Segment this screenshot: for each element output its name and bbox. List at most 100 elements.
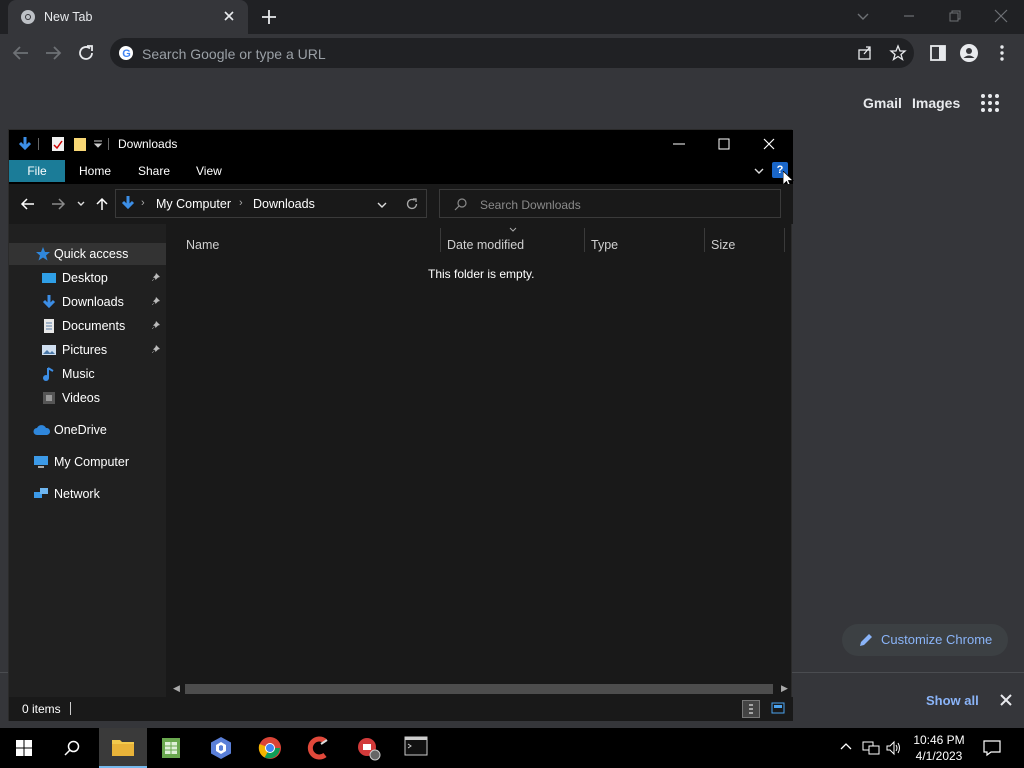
- nav-documents[interactable]: Documents: [9, 315, 166, 337]
- breadcrumb-my-computer[interactable]: My Computer: [156, 197, 231, 211]
- search-input[interactable]: Search Downloads: [439, 189, 781, 218]
- nav-music[interactable]: Music: [9, 363, 166, 385]
- recent-locations-icon[interactable]: [76, 199, 86, 209]
- column-header-date-modified[interactable]: Date modified: [447, 238, 524, 252]
- pin-icon: [151, 296, 161, 306]
- close-window-icon[interactable]: [991, 6, 1011, 26]
- minimize-icon[interactable]: [672, 137, 686, 151]
- properties-icon[interactable]: [50, 136, 66, 152]
- show-all-downloads-link[interactable]: Show all: [926, 693, 979, 708]
- file-list[interactable]: Name Date modified Type Size This folder…: [166, 224, 791, 684]
- restore-icon[interactable]: [945, 6, 965, 26]
- taskbar-chrome[interactable]: [246, 728, 294, 768]
- minimize-icon[interactable]: [899, 6, 919, 26]
- breadcrumb-downloads[interactable]: Downloads: [253, 197, 315, 211]
- tab-new-tab[interactable]: New Tab: [8, 0, 248, 34]
- sort-indicator-icon: [509, 227, 517, 232]
- nav-videos[interactable]: Videos: [9, 387, 166, 409]
- scrollbar-thumb[interactable]: [185, 684, 773, 694]
- horizontal-scrollbar[interactable]: ◀ ▶: [166, 682, 791, 696]
- separator: [108, 138, 110, 150]
- side-panel-icon[interactable]: [927, 42, 949, 64]
- column-header-size[interactable]: Size: [711, 238, 735, 252]
- nav-pictures[interactable]: Pictures: [9, 339, 166, 361]
- nav-label: Videos: [62, 391, 100, 405]
- pictures-icon: [41, 342, 57, 358]
- start-button[interactable]: [0, 728, 48, 768]
- system-clock[interactable]: 10:46 PM 4/1/2023: [911, 732, 967, 764]
- tab-search-icon[interactable]: [853, 6, 873, 26]
- notifications-icon[interactable]: [983, 739, 1001, 757]
- nav-onedrive[interactable]: OneDrive: [9, 419, 166, 441]
- column-separator[interactable]: [784, 228, 785, 252]
- ccleaner-icon: [307, 736, 331, 760]
- gmail-link[interactable]: Gmail: [863, 95, 902, 111]
- column-separator[interactable]: [584, 228, 585, 252]
- taskbar-app-hexagon[interactable]: [197, 728, 245, 768]
- maximize-icon[interactable]: [717, 137, 731, 151]
- forward-icon[interactable]: [42, 42, 64, 64]
- back-icon[interactable]: [10, 42, 32, 64]
- refresh-icon[interactable]: [405, 197, 419, 211]
- address-dropdown-icon[interactable]: [376, 199, 388, 211]
- images-link[interactable]: Images: [912, 95, 960, 111]
- share-icon[interactable]: [856, 44, 874, 62]
- column-header-type[interactable]: Type: [591, 238, 618, 252]
- taskbar-app-notepad[interactable]: [148, 728, 196, 768]
- menu-kebab-icon[interactable]: [991, 42, 1013, 64]
- taskbar-ccleaner[interactable]: [295, 728, 343, 768]
- pin-icon: [151, 272, 161, 282]
- star-icon: [35, 246, 51, 262]
- forward-icon[interactable]: [50, 196, 66, 212]
- network-tray-icon[interactable]: [862, 740, 880, 756]
- column-separator[interactable]: [704, 228, 705, 252]
- nav-network[interactable]: Network: [9, 483, 166, 505]
- omnibox[interactable]: G Search Google or type a URL: [110, 38, 914, 68]
- security-app-icon: [356, 736, 382, 762]
- nav-label: OneDrive: [54, 423, 107, 437]
- taskbar-security-app[interactable]: [344, 728, 392, 768]
- column-separator[interactable]: [440, 228, 441, 252]
- taskbar-file-explorer[interactable]: [99, 728, 147, 768]
- close-tab-icon[interactable]: [222, 9, 236, 23]
- profile-avatar-icon[interactable]: [958, 42, 980, 64]
- search-icon: [64, 740, 80, 756]
- onedrive-cloud-icon: [33, 422, 51, 438]
- chrome-tabstrip: New Tab: [0, 0, 1024, 34]
- customize-quick-access-icon[interactable]: [93, 139, 103, 149]
- pin-icon: [151, 344, 161, 354]
- tab-file[interactable]: File: [9, 160, 65, 182]
- scroll-right-arrow-icon[interactable]: ▶: [781, 683, 788, 694]
- clock-date: 4/1/2023: [915, 749, 963, 763]
- apps-grid-icon[interactable]: [981, 94, 999, 112]
- tab-home[interactable]: Home: [79, 164, 111, 178]
- explorer-titlebar[interactable]: Downloads: [9, 130, 793, 158]
- tab-share[interactable]: Share: [138, 164, 170, 178]
- address-bar[interactable]: › My Computer › Downloads: [115, 189, 427, 218]
- details-view-button[interactable]: [742, 700, 760, 718]
- customize-chrome-button[interactable]: Customize Chrome: [842, 624, 1008, 656]
- bookmark-star-icon[interactable]: [889, 44, 907, 62]
- close-window-icon[interactable]: [762, 137, 776, 151]
- terminal-icon: [404, 736, 428, 756]
- nav-quick-access[interactable]: Quick access: [9, 243, 166, 265]
- up-icon[interactable]: [94, 196, 110, 212]
- expand-ribbon-icon[interactable]: [753, 165, 765, 177]
- nav-downloads[interactable]: Downloads: [9, 291, 166, 313]
- window-title: Downloads: [118, 137, 178, 151]
- volume-icon[interactable]: [886, 740, 902, 756]
- nav-my-computer[interactable]: My Computer: [9, 451, 166, 473]
- close-downloads-bar-icon[interactable]: [999, 693, 1013, 707]
- reload-icon[interactable]: [75, 42, 97, 64]
- tab-view[interactable]: View: [196, 164, 222, 178]
- new-tab-button[interactable]: [258, 6, 280, 28]
- back-icon[interactable]: [20, 196, 36, 212]
- large-icons-view-button[interactable]: [770, 700, 786, 716]
- taskbar-search-button[interactable]: [48, 728, 96, 768]
- new-folder-icon[interactable]: [72, 136, 88, 152]
- taskbar-terminal[interactable]: [392, 728, 440, 768]
- column-header-name[interactable]: Name: [186, 238, 219, 252]
- scroll-left-arrow-icon[interactable]: ◀: [173, 683, 180, 694]
- show-hidden-icons-chevron-icon[interactable]: [839, 740, 853, 754]
- nav-desktop[interactable]: Desktop: [9, 267, 166, 289]
